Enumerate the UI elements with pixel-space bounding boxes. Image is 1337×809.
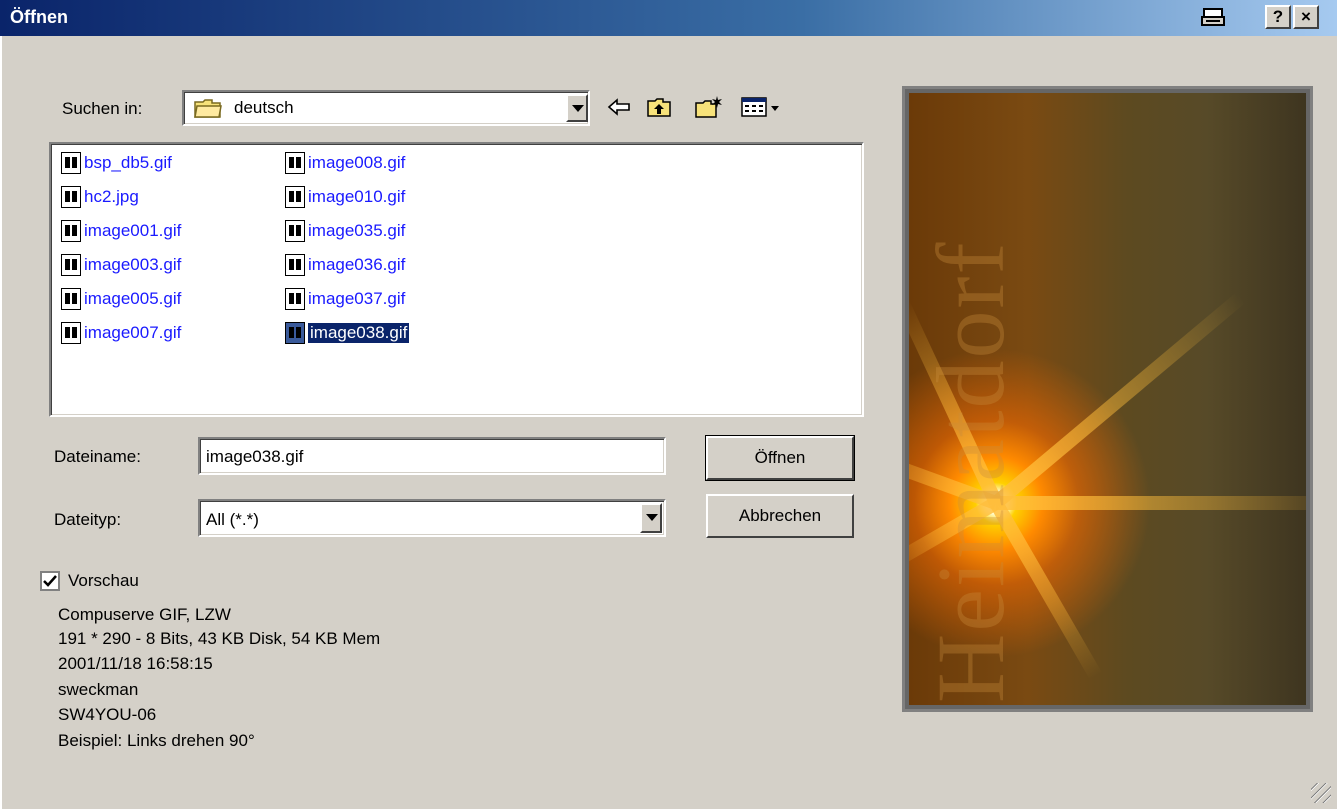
printer-icon[interactable] xyxy=(1200,7,1226,29)
up-folder-icon[interactable] xyxy=(646,94,672,120)
folder-icon xyxy=(194,98,222,118)
image-file-icon xyxy=(61,186,81,208)
file-item[interactable]: image036.gif xyxy=(285,250,405,280)
filetype-combobox[interactable]: All (*.*) xyxy=(198,499,666,537)
help-button[interactable]: ? xyxy=(1265,5,1291,29)
file-item[interactable]: image007.gif xyxy=(61,318,181,348)
lookin-value: deutsch xyxy=(234,98,294,117)
file-item[interactable]: image037.gif xyxy=(285,284,405,314)
file-item[interactable]: bsp_db5.gif xyxy=(61,148,172,178)
image-file-icon xyxy=(61,322,81,344)
preview-image: Heimatdorf xyxy=(909,93,1306,705)
filetype-dropdown-button[interactable] xyxy=(640,503,662,533)
info-author: sweckman xyxy=(58,680,139,699)
preview-checkbox-label: Vorschau xyxy=(68,571,139,590)
filename-value: image038.gif xyxy=(206,447,304,466)
image-file-icon xyxy=(61,152,81,174)
lookin-label: Suchen in: xyxy=(62,99,143,118)
image-file-icon xyxy=(285,220,305,242)
file-list[interactable]: bsp_db5.gif hc2.jpg image001.gif image00… xyxy=(49,142,864,417)
file-item[interactable]: image005.gif xyxy=(61,284,181,314)
file-item[interactable]: image035.gif xyxy=(285,216,405,246)
image-file-icon xyxy=(61,288,81,310)
cancel-button[interactable]: Abbrechen xyxy=(706,494,854,538)
info-format: Compuserve GIF, LZW xyxy=(58,605,231,624)
close-button[interactable]: × xyxy=(1293,5,1319,29)
image-file-icon xyxy=(285,254,305,276)
file-item-selected[interactable]: image038.gif xyxy=(285,318,411,348)
image-file-icon xyxy=(285,152,305,174)
info-dimensions: 191 * 290 - 8 Bits, 43 KB Disk, 54 KB Me… xyxy=(58,629,381,648)
filetype-label: Dateityp: xyxy=(54,510,122,529)
info-timestamp: 2001/11/18 16:58:15 xyxy=(58,654,213,673)
resize-grip[interactable] xyxy=(1311,783,1331,803)
info-id: SW4YOU-06 xyxy=(58,705,157,724)
file-item[interactable]: image001.gif xyxy=(61,216,181,246)
preview-image-text: Heimatdorf xyxy=(917,240,1024,704)
window-frame xyxy=(0,36,8,809)
preview-checkbox[interactable] xyxy=(40,571,60,591)
file-item[interactable]: image008.gif xyxy=(285,148,405,178)
info-note: Beispiel: Links drehen 90° xyxy=(58,731,255,750)
image-file-icon xyxy=(285,288,305,310)
preview-panel: Heimatdorf xyxy=(902,86,1313,712)
lookin-combobox[interactable]: deutsch xyxy=(182,90,590,126)
file-item[interactable]: image010.gif xyxy=(285,182,405,212)
image-file-icon xyxy=(61,220,81,242)
title-bar[interactable]: Öffnen ? × xyxy=(0,0,1337,36)
lookin-dropdown-button[interactable] xyxy=(566,94,588,122)
image-file-icon xyxy=(61,254,81,276)
back-arrow-icon[interactable] xyxy=(606,94,632,120)
open-button[interactable]: Öffnen xyxy=(705,435,855,481)
new-folder-icon[interactable] xyxy=(694,94,722,120)
view-menu-icon[interactable] xyxy=(740,94,784,120)
file-item[interactable]: image003.gif xyxy=(61,250,181,280)
checkmark-icon xyxy=(43,575,57,587)
filetype-value: All (*.*) xyxy=(206,510,259,529)
image-file-icon xyxy=(285,322,305,344)
filename-label: Dateiname: xyxy=(54,447,141,466)
filename-input[interactable]: image038.gif xyxy=(198,437,666,475)
window-title: Öffnen xyxy=(10,7,68,27)
image-file-icon xyxy=(285,186,305,208)
file-item[interactable]: hc2.jpg xyxy=(61,182,139,212)
